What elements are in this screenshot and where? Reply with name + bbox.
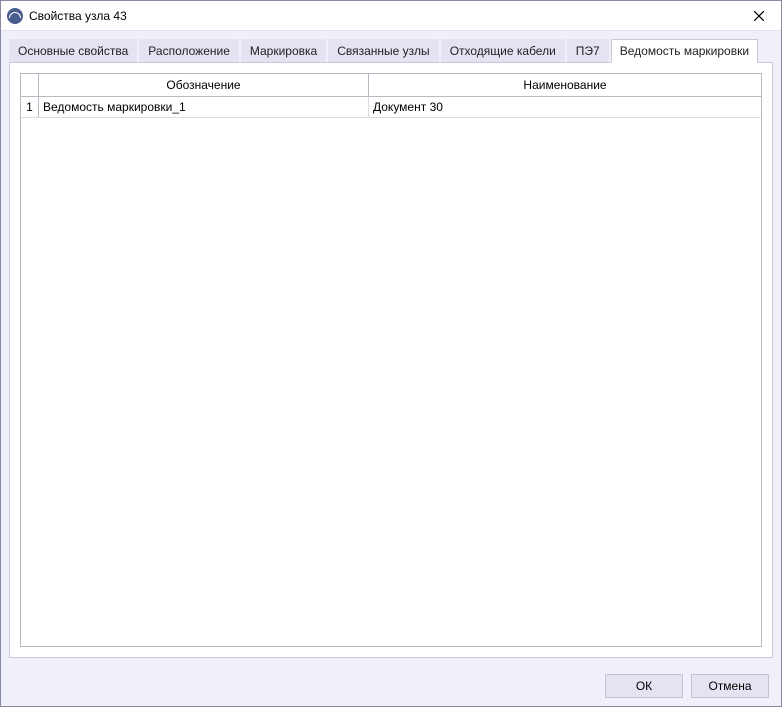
properties-window: Свойства узла 43 Основные свойства Распо…	[0, 0, 782, 707]
tab-outgoing-cables[interactable]: Отходящие кабели	[441, 39, 565, 63]
tab-panel: Обозначение Наименование 1 Ведомость мар…	[9, 62, 773, 658]
table-row[interactable]: 1 Ведомость маркировки_1 Документ 30	[21, 97, 761, 118]
window-title: Свойства узла 43	[29, 9, 739, 23]
cell-name[interactable]: Документ 30	[369, 97, 761, 117]
tab-bar: Основные свойства Расположение Маркировк…	[9, 39, 773, 63]
tab-pe7[interactable]: ПЭ7	[567, 39, 609, 63]
row-number: 1	[21, 97, 39, 117]
tab-marking-list[interactable]: Ведомость маркировки	[611, 39, 758, 63]
close-button[interactable]	[739, 2, 779, 30]
grid-rownum-header	[21, 74, 39, 96]
body-area: Основные свойства Расположение Маркировк…	[1, 31, 781, 666]
column-header-designation[interactable]: Обозначение	[39, 74, 369, 96]
column-header-name[interactable]: Наименование	[369, 74, 761, 96]
button-bar: ОК Отмена	[1, 666, 781, 706]
app-icon	[7, 8, 23, 24]
tab-marking[interactable]: Маркировка	[241, 39, 326, 63]
grid-body: 1 Ведомость маркировки_1 Документ 30	[21, 97, 761, 646]
tab-location[interactable]: Расположение	[139, 39, 239, 63]
ok-button[interactable]: ОК	[605, 674, 683, 698]
data-grid[interactable]: Обозначение Наименование 1 Ведомость мар…	[20, 73, 762, 647]
cell-designation[interactable]: Ведомость маркировки_1	[39, 97, 369, 117]
cancel-button[interactable]: Отмена	[691, 674, 769, 698]
titlebar: Свойства узла 43	[1, 1, 781, 31]
tab-main-properties[interactable]: Основные свойства	[9, 39, 137, 63]
close-icon	[754, 11, 764, 21]
grid-header: Обозначение Наименование	[21, 74, 761, 97]
tab-linked-nodes[interactable]: Связанные узлы	[328, 39, 438, 63]
